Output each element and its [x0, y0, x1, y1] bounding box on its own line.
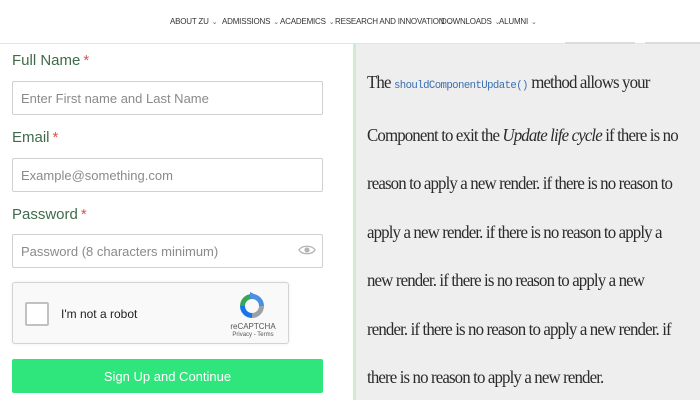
- chevron-down-icon: ⌄: [328, 19, 335, 26]
- nav-item-academics[interactable]: ACADEMICS ⌄: [280, 17, 335, 29]
- recaptcha-links[interactable]: Privacy - Terms: [225, 332, 281, 338]
- chevron-down-icon: ⌄: [273, 19, 279, 26]
- info-panel: The shouldComponentUpdate() method allow…: [356, 44, 700, 400]
- nav-label: RESEARCH AND INNOVATION: [335, 17, 445, 26]
- nav-label: ACADEMICS: [280, 17, 326, 26]
- nav-item-about[interactable]: ABOUT ZU ⌄: [170, 17, 218, 29]
- password-label-text: Password: [12, 206, 78, 223]
- email-label-text: Email: [12, 129, 50, 146]
- required-marker: *: [83, 52, 90, 69]
- panel-paragraph: The shouldComponentUpdate() method allow…: [367, 58, 683, 400]
- signup-submit-button[interactable]: Sign Up and Continue: [12, 359, 323, 393]
- email-label: Email *: [12, 129, 58, 146]
- fullname-label-text: Full Name: [12, 52, 81, 69]
- recaptcha-brand: reCAPTCHA: [230, 322, 276, 331]
- nav-item-alumni[interactable]: ALUMNI ⌄: [499, 17, 537, 29]
- required-marker: *: [80, 206, 87, 223]
- fullname-label: Full Name *: [12, 52, 89, 69]
- recaptcha-widget: I'm not a robot reCAPTCHA Privacy - Term…: [12, 282, 289, 344]
- panel-text-part2: if there is no reason to apply a new ren…: [367, 124, 679, 388]
- nav-label: ALUMNI: [499, 17, 529, 26]
- recaptcha-logo-icon: [240, 292, 264, 318]
- nav-label: ADMISSIONS: [222, 17, 271, 26]
- nav-item-research[interactable]: RESEARCH AND INNOVATION ⌄: [335, 17, 453, 29]
- password-label: Password *: [12, 206, 87, 223]
- recaptcha-label: I'm not a robot: [61, 307, 138, 321]
- code-snippet: shouldComponentUpdate(): [393, 80, 528, 92]
- signup-form: Full Name* Email* Password* I'm not a ro…: [0, 44, 352, 400]
- required-marker: *: [52, 129, 59, 146]
- nav-label: DOWNLOADS: [441, 17, 492, 26]
- recaptcha-checkbox[interactable]: [25, 302, 49, 326]
- nav-label: ABOUT ZU: [170, 17, 209, 26]
- nav-item-admissions[interactable]: ADMISSIONS ⌄: [222, 17, 279, 29]
- eye-icon[interactable]: [298, 244, 316, 256]
- panel-emphasis: Update life cycle: [502, 124, 602, 145]
- top-navigation: ABOUT ZU ⌄ ADMISSIONS ⌄ ACADEMICS ⌄ RESEARC…: [0, 0, 700, 44]
- panel-prefix: The: [367, 72, 394, 92]
- email-input[interactable]: [12, 158, 323, 192]
- password-input[interactable]: [12, 234, 323, 268]
- chevron-down-icon: ⌄: [531, 19, 537, 26]
- fullname-input[interactable]: [12, 81, 323, 115]
- nav-item-downloads[interactable]: DOWNLOADS ⌄: [441, 17, 501, 29]
- chevron-down-icon: ⌄: [211, 19, 218, 26]
